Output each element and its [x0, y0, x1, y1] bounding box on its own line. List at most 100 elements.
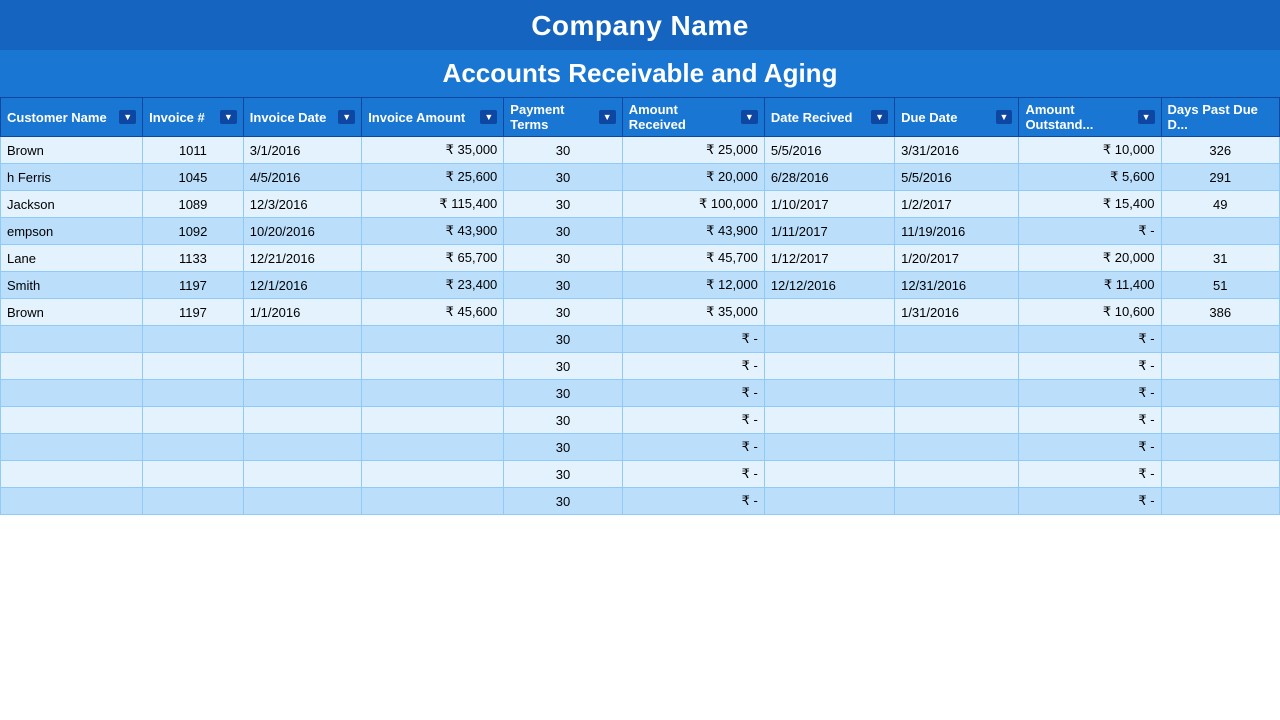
cell-invoice_num: [143, 353, 244, 380]
amount-received-dropdown[interactable]: ▼: [741, 110, 758, 124]
invoice-num-dropdown[interactable]: ▼: [220, 110, 237, 124]
cell-amount_received: ₹ 35,000: [622, 299, 764, 326]
cell-date_received: 5/5/2016: [764, 137, 894, 164]
cell-amount_received: ₹ 43,900: [622, 218, 764, 245]
cell-invoice_amount: [362, 461, 504, 488]
cell-days_past_due: 326: [1161, 137, 1279, 164]
cell-invoice_date: [243, 380, 361, 407]
cell-invoice_date: 12/21/2016: [243, 245, 361, 272]
cell-invoice_num: [143, 461, 244, 488]
cell-customer_name: Smith: [1, 272, 143, 299]
cell-invoice_date: [243, 488, 361, 515]
table-row: 30₹ -₹ -: [1, 407, 1280, 434]
invoice-date-dropdown[interactable]: ▼: [338, 110, 355, 124]
cell-date_received: [764, 299, 894, 326]
table-row: 30₹ -₹ -: [1, 353, 1280, 380]
cell-invoice_date: 12/3/2016: [243, 191, 361, 218]
cell-invoice_num: 1045: [143, 164, 244, 191]
th-invoice-date: Invoice Date ▼: [243, 98, 361, 137]
cell-payment_terms: 30: [504, 191, 622, 218]
cell-customer_name: [1, 434, 143, 461]
table-row: Brown11971/1/2016₹ 45,60030₹ 35,0001/31/…: [1, 299, 1280, 326]
cell-customer_name: [1, 488, 143, 515]
cell-date_received: 12/12/2016: [764, 272, 894, 299]
cell-amount_received: ₹ -: [622, 488, 764, 515]
cell-amount_outstanding: ₹ 11,400: [1019, 272, 1161, 299]
cell-amount_outstanding: ₹ -: [1019, 488, 1161, 515]
cell-date_received: 1/10/2017: [764, 191, 894, 218]
amount-outstanding-dropdown[interactable]: ▼: [1138, 110, 1155, 124]
date-received-dropdown[interactable]: ▼: [871, 110, 888, 124]
cell-payment_terms: 30: [504, 272, 622, 299]
table-row: Lane113312/21/2016₹ 65,70030₹ 45,7001/12…: [1, 245, 1280, 272]
cell-invoice_amount: [362, 488, 504, 515]
cell-amount_received: ₹ 100,000: [622, 191, 764, 218]
th-days-past-due: Days Past Due D...: [1161, 98, 1279, 137]
th-due-date: Due Date ▼: [895, 98, 1019, 137]
cell-payment_terms: 30: [504, 353, 622, 380]
cell-invoice_num: [143, 488, 244, 515]
cell-days_past_due: 31: [1161, 245, 1279, 272]
cell-invoice_date: 12/1/2016: [243, 272, 361, 299]
cell-customer_name: empson: [1, 218, 143, 245]
cell-customer_name: Lane: [1, 245, 143, 272]
cell-amount_outstanding: ₹ -: [1019, 218, 1161, 245]
cell-invoice_num: 1197: [143, 299, 244, 326]
table-row: h Ferris10454/5/2016₹ 25,60030₹ 20,0006/…: [1, 164, 1280, 191]
cell-days_past_due: 386: [1161, 299, 1279, 326]
cell-due_date: 1/20/2017: [895, 245, 1019, 272]
cell-amount_outstanding: ₹ -: [1019, 407, 1161, 434]
cell-date_received: 1/11/2017: [764, 218, 894, 245]
cell-invoice_num: [143, 434, 244, 461]
cell-invoice_amount: [362, 353, 504, 380]
cell-amount_received: ₹ 20,000: [622, 164, 764, 191]
cell-days_past_due: [1161, 353, 1279, 380]
cell-amount_outstanding: ₹ 20,000: [1019, 245, 1161, 272]
cell-invoice_num: 1089: [143, 191, 244, 218]
cell-payment_terms: 30: [504, 326, 622, 353]
cell-invoice_amount: ₹ 43,900: [362, 218, 504, 245]
cell-invoice_amount: ₹ 65,700: [362, 245, 504, 272]
cell-amount_received: ₹ -: [622, 326, 764, 353]
cell-invoice_num: 1133: [143, 245, 244, 272]
cell-amount_received: ₹ -: [622, 407, 764, 434]
table-row: Smith119712/1/2016₹ 23,40030₹ 12,00012/1…: [1, 272, 1280, 299]
cell-customer_name: Jackson: [1, 191, 143, 218]
cell-customer_name: [1, 380, 143, 407]
cell-invoice_amount: ₹ 25,600: [362, 164, 504, 191]
cell-due_date: 12/31/2016: [895, 272, 1019, 299]
cell-days_past_due: [1161, 461, 1279, 488]
cell-invoice_date: 4/5/2016: [243, 164, 361, 191]
cell-amount_received: ₹ -: [622, 434, 764, 461]
cell-due_date: 11/19/2016: [895, 218, 1019, 245]
cell-amount_outstanding: ₹ -: [1019, 326, 1161, 353]
accounts-table: Customer Name ▼ Invoice # ▼ Invoice Date…: [0, 97, 1280, 515]
table-row: 30₹ -₹ -: [1, 488, 1280, 515]
cell-amount_outstanding: ₹ 5,600: [1019, 164, 1161, 191]
cell-due_date: [895, 353, 1019, 380]
payment-terms-dropdown[interactable]: ▼: [599, 110, 616, 124]
cell-days_past_due: [1161, 218, 1279, 245]
invoice-amount-dropdown[interactable]: ▼: [480, 110, 497, 124]
cell-invoice_date: [243, 434, 361, 461]
cell-invoice_date: [243, 461, 361, 488]
cell-amount_received: ₹ 45,700: [622, 245, 764, 272]
cell-invoice_num: 1011: [143, 137, 244, 164]
cell-invoice_date: [243, 353, 361, 380]
cell-invoice_amount: [362, 380, 504, 407]
cell-date_received: [764, 488, 894, 515]
cell-amount_outstanding: ₹ -: [1019, 461, 1161, 488]
cell-payment_terms: 30: [504, 407, 622, 434]
customer-name-dropdown[interactable]: ▼: [119, 110, 136, 124]
cell-days_past_due: [1161, 407, 1279, 434]
due-date-dropdown[interactable]: ▼: [996, 110, 1013, 124]
header-company: Company Name: [0, 0, 1280, 50]
table-row: 30₹ -₹ -: [1, 326, 1280, 353]
cell-days_past_due: [1161, 380, 1279, 407]
table-header-row: Customer Name ▼ Invoice # ▼ Invoice Date…: [1, 98, 1280, 137]
th-payment-terms: Payment Terms ▼: [504, 98, 622, 137]
cell-payment_terms: 30: [504, 380, 622, 407]
cell-invoice_num: [143, 380, 244, 407]
table-row: Brown10113/1/2016₹ 35,00030₹ 25,0005/5/2…: [1, 137, 1280, 164]
header-subtitle: Accounts Receivable and Aging: [0, 50, 1280, 97]
